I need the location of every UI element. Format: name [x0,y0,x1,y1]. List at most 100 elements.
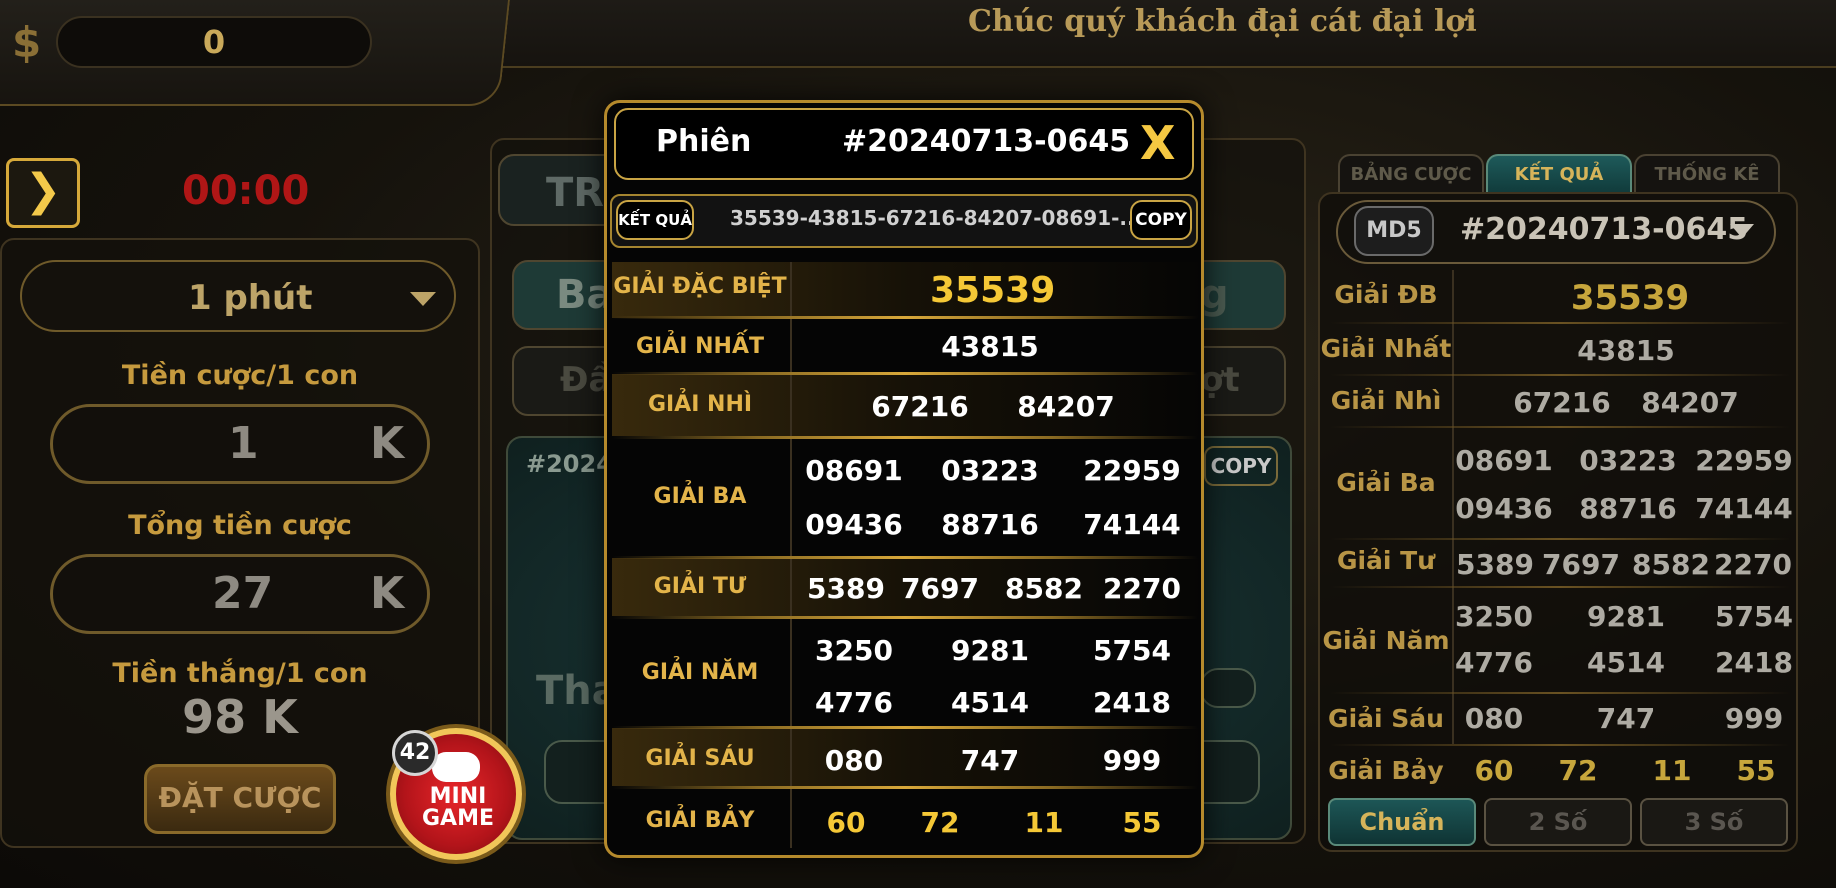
total-bet-value: 27 [212,568,274,619]
mode-2-digit-button[interactable]: 2 Số [1484,798,1632,846]
prize-label-sau: Giải Sáu [1328,704,1444,733]
modal-sau-value: 747 [960,744,1020,777]
caret-down-icon [1730,224,1754,238]
modal-session-id: #20240713-0645 [842,124,1131,159]
prize-sau-value: 999 [1724,702,1784,735]
row-divider [612,616,1198,619]
prize-ba-value: 09436 [1455,492,1553,525]
modal-label-tu: GIẢI TƯ [653,574,747,599]
prize-sau-value: 080 [1464,702,1524,735]
prize-tu-value: 8582 [1632,548,1710,581]
close-icon[interactable]: X [1140,118,1175,168]
modal-nhi-value: 67216 [871,390,969,423]
modal-nam-value: 4776 [815,686,893,719]
bet-per-label: Tiền cược/1 con [121,360,359,391]
bet-per-value: 1 [228,418,259,469]
mode-standard-button[interactable]: Chuẩn [1328,798,1476,846]
modal-ba-value: 08691 [805,454,903,487]
bg-plus-button[interactable] [1200,668,1256,708]
prize-label-ba: Giải Ba [1336,468,1436,497]
prize-label-tu: Giải Tư [1336,546,1436,575]
result-button[interactable]: KẾT QUẢ [616,200,694,240]
modal-label-nhat: GIẢI NHẤT [636,334,764,359]
bg-id-partial: #2024 [526,450,613,478]
mini-game-label: MINI GAME [392,786,524,830]
modal-bay-value: 72 [920,806,960,839]
countdown-timer: 00:00 [182,168,310,214]
mode-3-digit-button[interactable]: 3 Số [1640,798,1788,846]
prize-nhat-value: 43815 [1577,334,1675,367]
copy-button[interactable]: COPY [1130,200,1192,240]
table-divider [790,262,792,848]
row-divider [612,372,1198,375]
row-divider [1330,692,1790,694]
modal-nhat-value: 43815 [941,330,1039,363]
modal-ba-value: 22959 [1083,454,1181,487]
tab-ket-qua[interactable]: KẾT QUẢ [1486,154,1632,194]
prize-nam-value: 9281 [1587,600,1665,633]
modal-nam-value: 4514 [951,686,1029,719]
result-string: 35539-43815-67216-84207-08691-... [730,206,1143,230]
prize-nhi-value: 84207 [1641,386,1739,419]
modal-tu-value: 2270 [1103,572,1181,605]
modal-label-bay: GIẢI BẢY [645,808,755,833]
row-divider [1330,744,1790,746]
row-divider [1330,586,1790,588]
place-bet-button[interactable]: ĐẶT CƯỢC [144,764,336,834]
prize-ba-value: 88716 [1579,492,1677,525]
modal-label-nam: GIẢI NĂM [641,660,759,685]
modal-nam-value: 9281 [951,634,1029,667]
tab-bang-cuoc[interactable]: BẢNG CƯỢC [1338,154,1484,194]
modal-ba-value: 88716 [941,508,1039,541]
prize-nam-value: 4514 [1587,646,1665,679]
prize-bay-value: 55 [1736,754,1776,787]
md5-badge[interactable]: MD5 [1354,206,1434,256]
modal-ba-value: 03223 [941,454,1039,487]
prize-tu-value: 5389 [1456,548,1534,581]
bg-sub-suffix: ợt [1200,360,1240,400]
modal-nam-value: 3250 [815,634,893,667]
row-divider [612,316,1198,319]
prize-db-value: 35539 [1570,278,1690,318]
caret-down-icon [410,292,436,306]
prize-ba-value: 08691 [1455,444,1553,477]
modal-label-ba: GIẢI BA [653,484,747,509]
duration-value: 1 phút [188,278,313,318]
modal-nhi-value: 84207 [1017,390,1115,423]
expand-arrow-button[interactable]: ❯ [6,158,80,228]
prize-label-db: Giải ĐB [1334,280,1438,309]
prize-nam-value: 5754 [1715,600,1793,633]
row-divider [1330,374,1790,376]
bet-per-unit: K [370,418,405,469]
mini-label-line1: MINI [429,784,487,809]
prize-label-nhi: Giải Nhì [1330,386,1442,415]
mini-label-line2: GAME [421,806,494,831]
prize-label-nhat: Giải Nhất [1320,334,1452,363]
session-id: #20240713-0645 [1460,212,1749,247]
bg-copy-button[interactable]: COPY [1204,446,1278,486]
prize-ba-value: 22959 [1695,444,1793,477]
win-per-label: Tiền thắng/1 con [112,658,368,689]
marquee-text: Chúc quý khách đại cát đại lợi [968,4,1477,39]
modal-label-nhi: GIẢI NHÌ [647,392,753,417]
row-divider [612,786,1198,789]
prize-nhi-value: 67216 [1513,386,1611,419]
prize-nam-value: 2418 [1715,646,1793,679]
modal-nam-value: 2418 [1093,686,1171,719]
prize-label-nam: Giải Năm [1322,626,1450,655]
modal-bay-value: 55 [1122,806,1162,839]
modal-title: Phiên [656,124,752,159]
modal-nam-value: 5754 [1093,634,1171,667]
prize-nam-value: 4776 [1455,646,1533,679]
dollar-icon: $ [12,18,42,67]
modal-label-sau: GIẢI SÁU [645,746,755,771]
tab-thong-ke[interactable]: THỐNG KÊ [1634,154,1780,194]
row-divider [1330,322,1790,324]
row-divider [612,556,1198,559]
row-divider [612,726,1198,729]
modal-sau-value: 999 [1102,744,1162,777]
bg-bet-type-suffix: g [1200,272,1229,318]
prize-ba-value: 74144 [1695,492,1793,525]
total-bet-unit: K [370,568,405,619]
modal-tu-value: 7697 [901,572,979,605]
